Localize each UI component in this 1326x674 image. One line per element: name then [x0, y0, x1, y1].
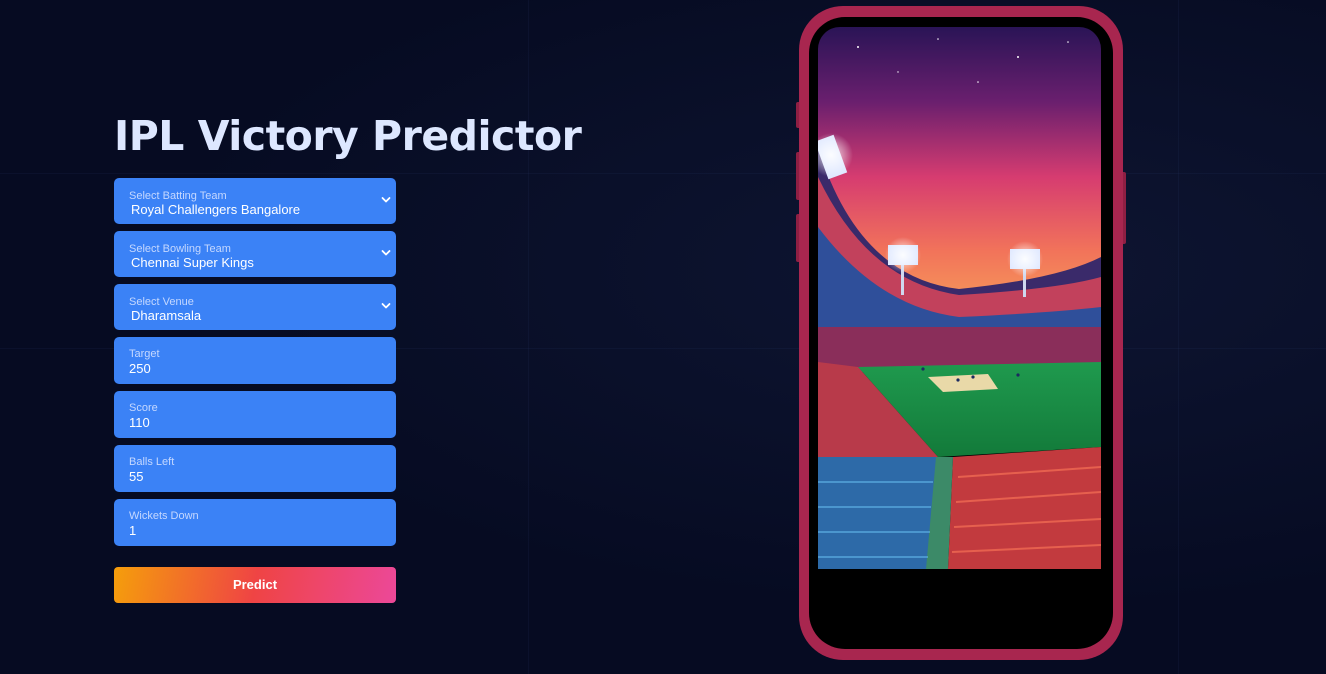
- batting-team-select[interactable]: Select Batting Team Royal Challengers Ba…: [114, 178, 396, 224]
- batting-team-value: Royal Challengers Bangalore: [131, 202, 301, 217]
- bowling-team-label: Select Bowling Team: [129, 243, 231, 255]
- target-input[interactable]: Target 250: [114, 337, 396, 384]
- balls-left-label: Balls Left: [129, 456, 175, 468]
- chevron-down-icon: [381, 197, 391, 203]
- wickets-down-input[interactable]: Wickets Down 1: [114, 499, 396, 546]
- predict-button[interactable]: Predict: [114, 567, 396, 603]
- balls-left-value[interactable]: 55: [129, 469, 143, 484]
- target-label: Target: [129, 348, 160, 360]
- score-label: Score: [129, 402, 158, 414]
- venue-value: Dharamsala: [131, 308, 202, 323]
- bg-grid-line: [528, 0, 529, 674]
- bg-grid-line: [1178, 0, 1179, 674]
- page: IPL Victory Predictor Select Batting Tea…: [0, 0, 1326, 674]
- page-title: IPL Victory Predictor: [114, 112, 582, 160]
- bg-grid-line: [0, 173, 1326, 174]
- chevron-down-icon: [381, 250, 391, 256]
- venue-select[interactable]: Select Venue Dharamsala: [114, 284, 396, 330]
- venue-label: Select Venue: [129, 296, 194, 308]
- stadium-illustration: [818, 27, 1101, 569]
- bowling-team-select[interactable]: Select Bowling Team Chennai Super Kings: [114, 231, 396, 277]
- wickets-down-value[interactable]: 1: [129, 523, 136, 538]
- score-input[interactable]: Score 110: [114, 391, 396, 438]
- bowling-team-value: Chennai Super Kings: [131, 255, 254, 270]
- balls-left-input[interactable]: Balls Left 55: [114, 445, 396, 492]
- phone-mockup: [799, 6, 1123, 660]
- batting-team-label: Select Batting Team: [129, 190, 227, 202]
- score-value[interactable]: 110: [129, 415, 150, 430]
- wickets-down-label: Wickets Down: [129, 510, 199, 522]
- chevron-down-icon: [381, 303, 391, 309]
- target-value[interactable]: 250: [129, 361, 151, 376]
